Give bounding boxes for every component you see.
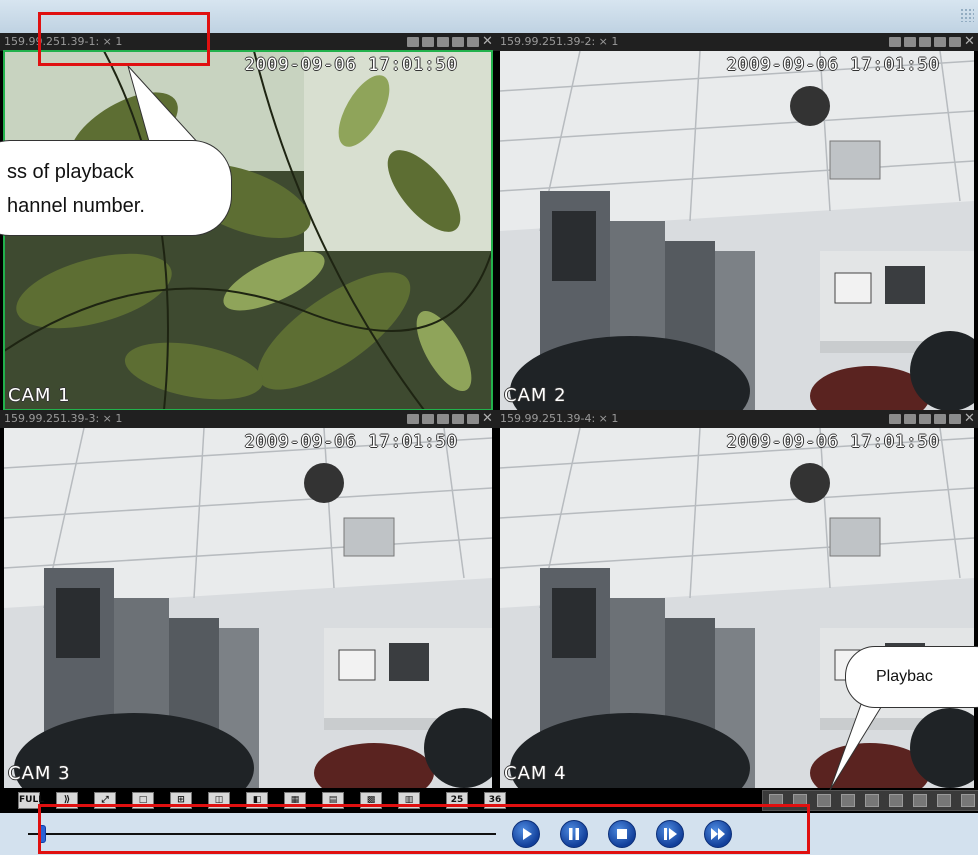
callout-text-line1: ss of playback [7, 161, 134, 183]
callout-channel-number: ss of playback hannel number. [0, 140, 232, 236]
callout-text-line2: hannel number. [7, 195, 145, 217]
callout-playback: Playbac [845, 646, 978, 708]
annotation-pointers [127, 65, 916, 791]
